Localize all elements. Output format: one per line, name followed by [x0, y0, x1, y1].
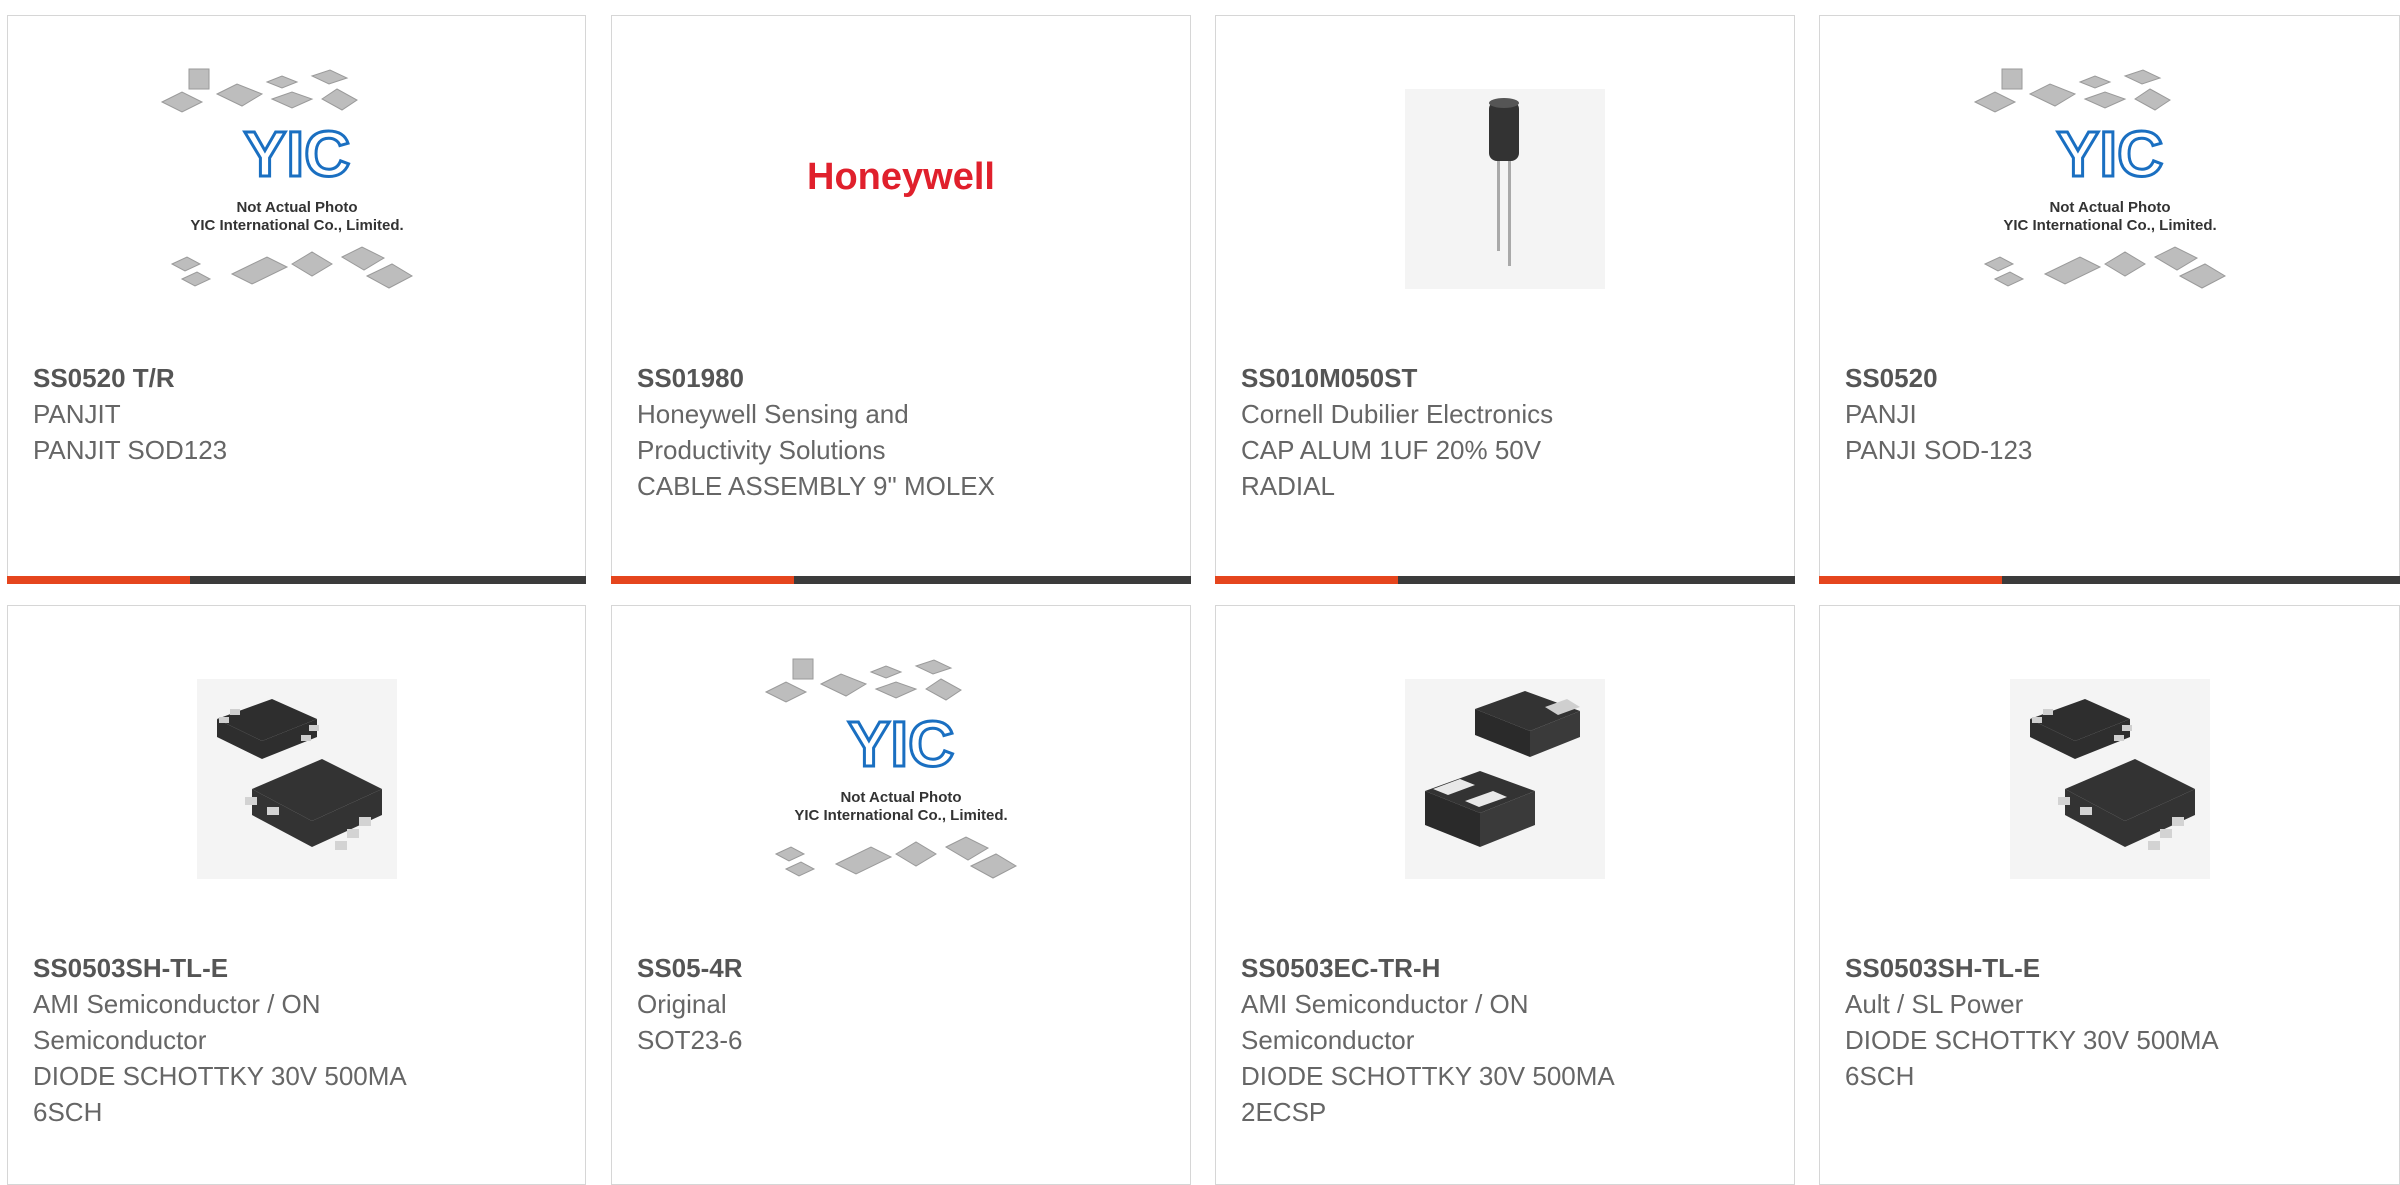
yic-placeholder-image: YIC Not Actual Photo YIC International C…: [160, 68, 413, 289]
description-cont: 6SCH: [33, 1097, 103, 1127]
product-info: SS05-4R Original SOT23-6: [637, 950, 1170, 1058]
svg-text:YIC: YIC: [848, 708, 955, 780]
part-number[interactable]: SS0503SH-TL-E: [33, 950, 565, 986]
description: CABLE ASSEMBLY 9" MOLEX: [637, 471, 995, 501]
manufacturer: PANJIT: [33, 399, 121, 429]
description: SOT23-6: [637, 1025, 743, 1055]
card-bottom-bar: [1215, 576, 1795, 584]
product-info: SS0503SH-TL-E AMI Semiconductor / ON Sem…: [33, 950, 565, 1130]
manufacturer-cont: Semiconductor: [1241, 1025, 1415, 1055]
manufacturer: AMI Semiconductor / ON: [1241, 989, 1529, 1019]
product-info: SS0520 T/R PANJIT PANJIT SOD123: [33, 360, 565, 468]
product-card[interactable]: SS0503SH-TL-E AMI Semiconductor / ON Sem…: [7, 605, 586, 1185]
part-number[interactable]: SS0520: [1845, 360, 2379, 396]
product-card[interactable]: SS0503EC-TR-H AMI Semiconductor / ON Sem…: [1215, 605, 1795, 1185]
description: DIODE SCHOTTKY 30V 500MA: [33, 1061, 407, 1091]
product-image[interactable]: [8, 606, 585, 951]
svg-text:YIC International Co., Limited: YIC International Co., Limited.: [2003, 217, 2216, 234]
smd-6pin-image: [2009, 678, 2210, 879]
description-cont: 6SCH: [1845, 1061, 1915, 1091]
product-image[interactable]: [1820, 606, 2399, 951]
description-cont: RADIAL: [1241, 471, 1335, 501]
description: DIODE SCHOTTKY 30V 500MA: [1241, 1061, 1615, 1091]
svg-text:YIC: YIC: [2056, 118, 2163, 190]
yic-placeholder-image: YIC Not Actual Photo YIC International C…: [1973, 68, 2226, 289]
product-card[interactable]: Honeywell SS01980 Honeywell Sensing and …: [611, 15, 1191, 584]
card-bottom-bar: [611, 576, 1191, 584]
description-cont: 2ECSP: [1241, 1097, 1327, 1127]
description: PANJI SOD-123: [1845, 435, 2033, 465]
card-bottom-bar: [7, 576, 586, 584]
smd-6pin-image: [196, 678, 397, 879]
svg-text:YIC: YIC: [243, 118, 350, 190]
part-number[interactable]: SS0503EC-TR-H: [1241, 950, 1774, 986]
product-image[interactable]: [1216, 606, 1794, 951]
description: DIODE SCHOTTKY 30V 500MA: [1845, 1025, 2219, 1055]
product-image[interactable]: YIC Not Actual Photo YIC International C…: [1820, 16, 2399, 361]
manufacturer: AMI Semiconductor / ON: [33, 989, 321, 1019]
description: CAP ALUM 1UF 20% 50V: [1241, 435, 1542, 465]
manufacturer: PANJI: [1845, 399, 1917, 429]
part-number[interactable]: SS01980: [637, 360, 1170, 396]
product-card[interactable]: YIC Not Actual Photo YIC International C…: [1819, 15, 2400, 584]
manufacturer: Honeywell Sensing and: [637, 399, 909, 429]
part-number[interactable]: SS0520 T/R: [33, 360, 565, 396]
product-info: SS010M050ST Cornell Dubilier Electronics…: [1241, 360, 1774, 504]
product-image[interactable]: YIC Not Actual Photo YIC International C…: [8, 16, 585, 361]
part-number[interactable]: SS0503SH-TL-E: [1845, 950, 2379, 986]
manufacturer: Cornell Dubilier Electronics: [1241, 399, 1554, 429]
product-info: SS0503SH-TL-E Ault / SL Power DIODE SCHO…: [1845, 950, 2379, 1094]
product-card[interactable]: YIC Not Actual Photo YIC International C…: [611, 605, 1191, 1185]
product-card[interactable]: SS0503SH-TL-E Ault / SL Power DIODE SCHO…: [1819, 605, 2400, 1185]
manufacturer: Original: [637, 989, 727, 1019]
svg-text:YIC International Co., Limited: YIC International Co., Limited.: [190, 217, 403, 234]
product-image[interactable]: YIC Not Actual Photo YIC International C…: [612, 606, 1190, 951]
part-number[interactable]: SS05-4R: [637, 950, 1170, 986]
product-info: SS0503EC-TR-H AMI Semiconductor / ON Sem…: [1241, 950, 1774, 1130]
yic-placeholder-image: YIC Not Actual Photo YIC International C…: [764, 658, 1018, 879]
manufacturer-cont: Semiconductor: [33, 1025, 207, 1055]
smd-2pin-image: [1405, 678, 1605, 879]
product-info: SS0520 PANJI PANJI SOD-123: [1845, 360, 2379, 468]
product-card[interactable]: SS010M050ST Cornell Dubilier Electronics…: [1215, 15, 1795, 584]
product-card[interactable]: YIC Not Actual Photo YIC International C…: [7, 15, 586, 584]
part-number[interactable]: SS010M050ST: [1241, 360, 1774, 396]
product-grid: YIC Not Actual Photo YIC International C…: [0, 0, 2400, 1185]
manufacturer-cont: Productivity Solutions: [637, 435, 886, 465]
capacitor-image: [1405, 88, 1605, 289]
svg-text:Not Actual Photo: Not Actual Photo: [2049, 199, 2170, 216]
honeywell-logo: Honeywell: [807, 156, 995, 198]
product-image[interactable]: Honeywell: [612, 16, 1190, 361]
svg-text:Not Actual Photo: Not Actual Photo: [236, 199, 357, 216]
svg-text:Not Actual Photo: Not Actual Photo: [840, 789, 961, 806]
svg-text:YIC International Co., Limited: YIC International Co., Limited.: [794, 807, 1007, 824]
product-image[interactable]: [1216, 16, 1794, 361]
card-bottom-bar: [1819, 576, 2400, 584]
svg-text:Honeywell: Honeywell: [807, 156, 995, 198]
manufacturer: Ault / SL Power: [1845, 989, 2024, 1019]
product-info: SS01980 Honeywell Sensing and Productivi…: [637, 360, 1170, 504]
description: PANJIT SOD123: [33, 435, 228, 465]
